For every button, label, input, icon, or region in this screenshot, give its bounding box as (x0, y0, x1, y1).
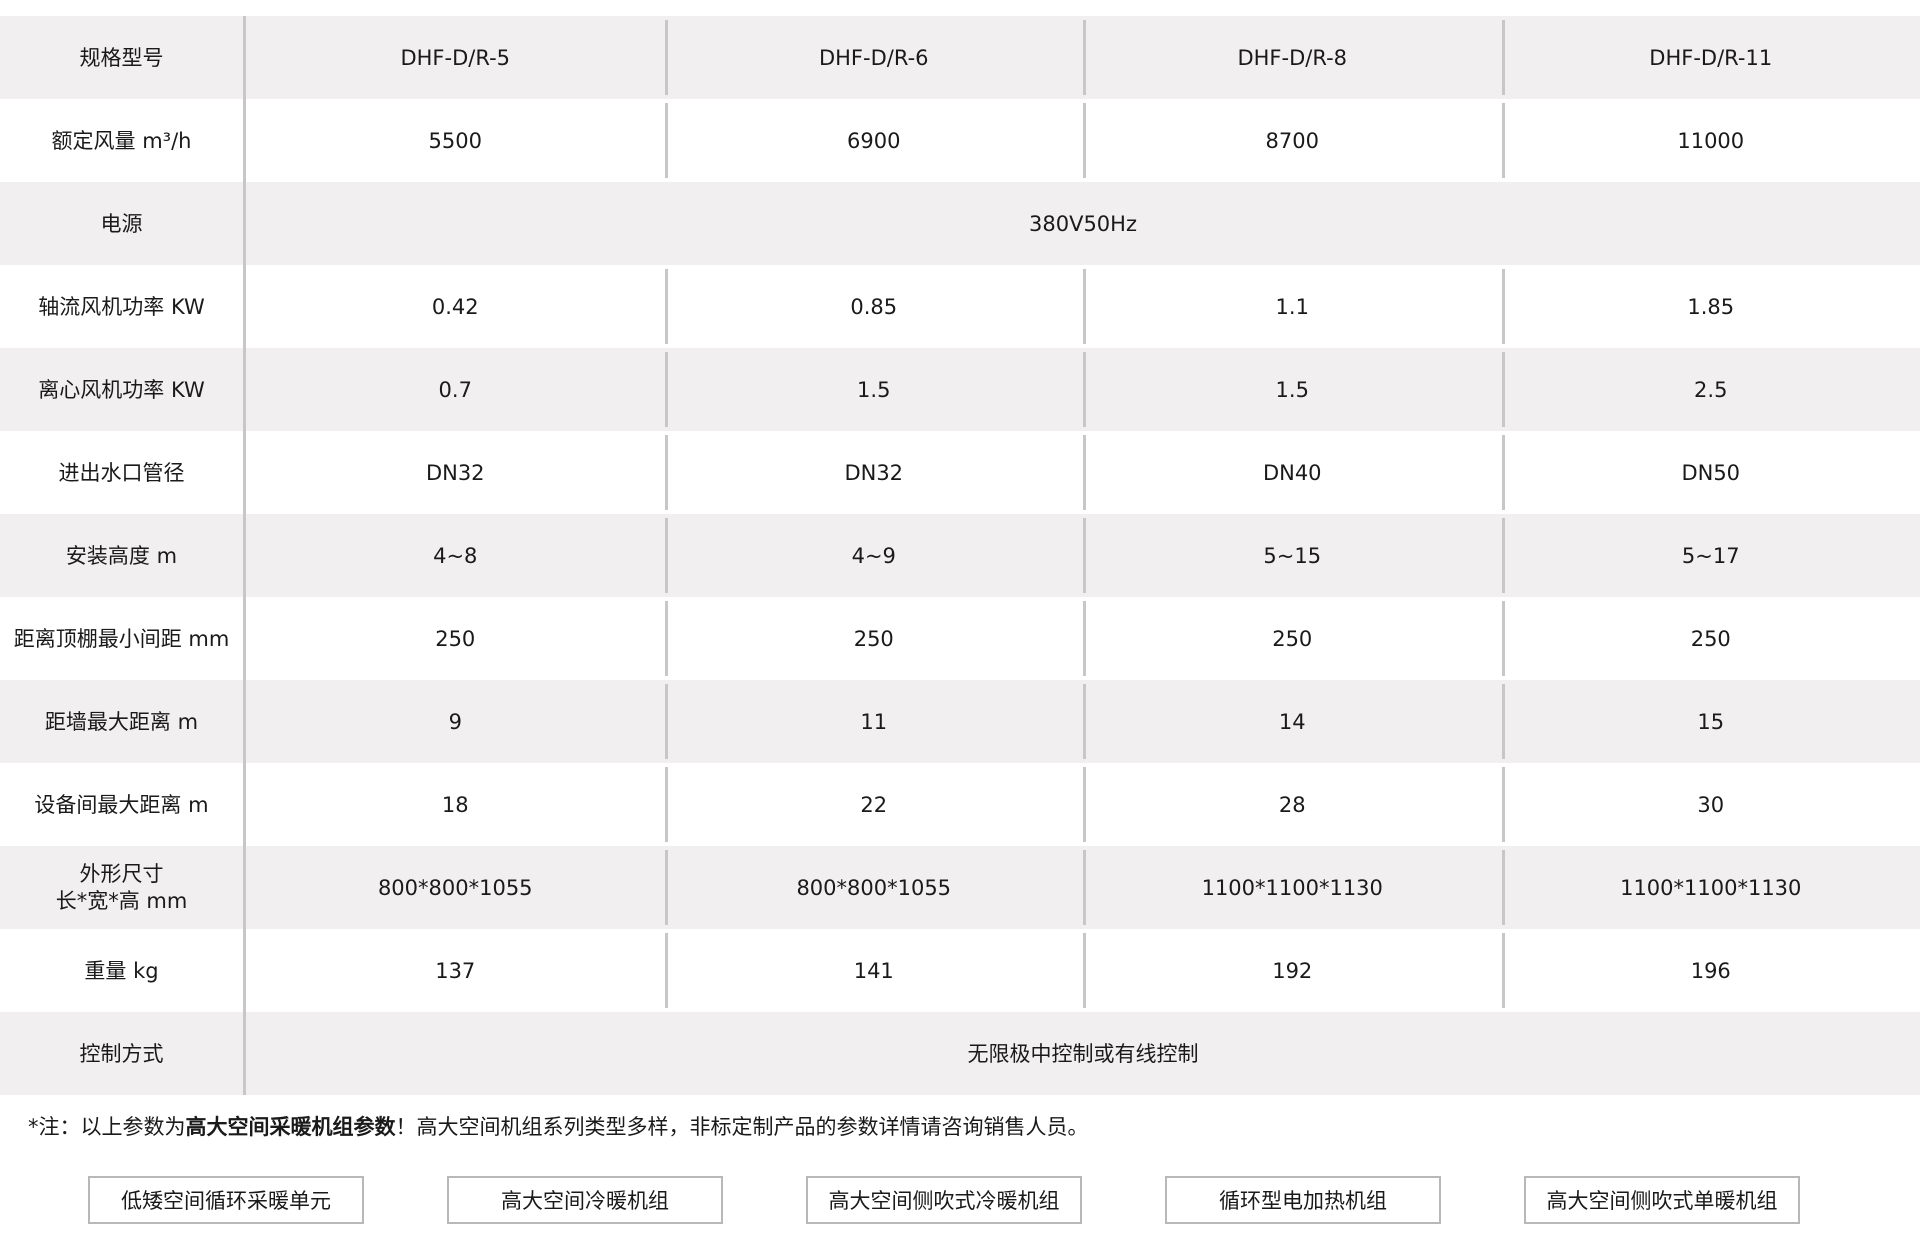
product-nav: 低矮空间循环采暖单元 高大空间冷暖机组 高大空间侧吹式冷暖机组 循环型电加热机组… (88, 1176, 1848, 1224)
table-row-pipe-diameter: 进出水口管径 DN32 DN32 DN40 DN50 (0, 431, 1920, 514)
table-cell: 14 (1083, 680, 1502, 763)
table-cell: 800*800*1055 (377, 875, 533, 900)
note-prefix: *注：以上参数为 (28, 1115, 186, 1139)
table-cell: 1.85 (1501, 265, 1920, 348)
table-cell: 0.7 (438, 377, 472, 402)
row-label: 设备间最大距离 m (0, 763, 246, 846)
note-suffix: ！高大空间机组系列类型多样，非标定制产品的参数详情请咨询销售人员。 (395, 1115, 1089, 1139)
table-cell: 1.1 (1083, 265, 1502, 348)
table-cell: 1.5 (1083, 348, 1502, 431)
merged-cell: 无限极中控制或有线控制 (967, 1041, 1199, 1066)
table-cell: 5~17 (1501, 514, 1920, 597)
model-header: DHF-D/R-6 (664, 16, 1084, 99)
table-cell: 1100*1100*1130 (1083, 846, 1502, 929)
table-cell: 6900 (664, 99, 1084, 182)
table-cell: 11 (664, 680, 1084, 763)
merged-cell: 380V50Hz (1029, 211, 1137, 236)
high-space-side-blow-cooling-heating-button[interactable]: 高大空间侧吹式冷暖机组 (806, 1176, 1082, 1224)
table-cell: 4~8 (433, 543, 478, 568)
row-label-line: 外形尺寸 (79, 861, 164, 886)
row-label: 距墙最大距离 m (0, 680, 246, 763)
low-space-circulation-heating-button[interactable]: 低矮空间循环采暖单元 (88, 1176, 364, 1224)
row-label: 控制方式 (0, 1012, 246, 1095)
table-row-install-height: 安装高度 m 4~8 4~9 5~15 5~17 (0, 514, 1920, 597)
row-label: 电源 (0, 182, 246, 265)
row-label: 外形尺寸 长*宽*高 mm (0, 846, 246, 929)
table-cell: DN50 (1501, 431, 1920, 514)
row-label-line: 长*宽*高 mm (55, 888, 188, 913)
table-cell: 1.5 (664, 348, 1084, 431)
table-row-axial-fan-power: 轴流风机功率 KW 0.42 0.85 1.1 1.85 (0, 265, 1920, 348)
table-cell: DN32 (425, 460, 485, 485)
table-cell: 11000 (1501, 99, 1920, 182)
table-row-weight: 重量 kg 137 141 192 196 (0, 929, 1920, 1012)
table-row-dimensions: 外形尺寸 长*宽*高 mm 800*800*1055 800*800*1055 … (0, 846, 1920, 929)
table-cell: 1100*1100*1130 (1501, 846, 1920, 929)
spec-table: 规格型号 DHF-D/R-5 DHF-D/R-6 DHF-D/R-8 DHF-D… (0, 16, 1920, 1095)
table-cell: 30 (1501, 763, 1920, 846)
row-label: 距离顶棚最小间距 mm (0, 597, 246, 680)
table-row-power-supply: 电源 380V50Hz (0, 182, 1920, 265)
table-cell: 5500 (428, 128, 482, 153)
row-label: 进出水口管径 (0, 431, 246, 514)
table-cell: 800*800*1055 (664, 846, 1084, 929)
model-header: DHF-D/R-8 (1083, 16, 1502, 99)
note-bold: 高大空间采暖机组参数 (185, 1115, 396, 1139)
table-row-centrifugal-fan-power: 离心风机功率 KW 0.7 1.5 1.5 2.5 (0, 348, 1920, 431)
table-row-ceiling-clearance: 距离顶棚最小间距 mm 250 250 250 250 (0, 597, 1920, 680)
table-row-wall-distance: 距墙最大距离 m 9 11 14 15 (0, 680, 1920, 763)
table-cell: DN40 (1083, 431, 1502, 514)
table-cell: 0.85 (664, 265, 1084, 348)
table-cell: 9 (448, 709, 462, 734)
table-cell: 0.42 (431, 294, 479, 319)
table-cell: 8700 (1083, 99, 1502, 182)
table-row-control-mode: 控制方式 无限极中控制或有线控制 (0, 1012, 1920, 1095)
table-cell: 137 (435, 958, 476, 983)
row-label: 额定风量 m³/h (0, 99, 246, 182)
table-cell: 22 (664, 763, 1084, 846)
table-cell: 250 (435, 626, 476, 651)
row-label: 重量 kg (0, 929, 246, 1012)
circulating-electric-heating-button[interactable]: 循环型电加热机组 (1165, 1176, 1441, 1224)
row-label: 离心风机功率 KW (0, 348, 246, 431)
high-space-side-blow-heating-button[interactable]: 高大空间侧吹式单暖机组 (1524, 1176, 1800, 1224)
table-cell: 250 (1501, 597, 1920, 680)
table-cell: 5~15 (1083, 514, 1502, 597)
table-cell: 18 (441, 792, 469, 817)
table-cell: 28 (1083, 763, 1502, 846)
table-cell: 4~9 (664, 514, 1084, 597)
table-cell: 250 (1083, 597, 1502, 680)
table-cell: 250 (664, 597, 1084, 680)
table-cell: DN32 (664, 431, 1084, 514)
table-cell: 15 (1501, 680, 1920, 763)
table-cell: 141 (664, 929, 1084, 1012)
table-cell: 192 (1083, 929, 1502, 1012)
high-space-cooling-heating-button[interactable]: 高大空间冷暖机组 (447, 1176, 723, 1224)
table-header-row: 规格型号 DHF-D/R-5 DHF-D/R-6 DHF-D/R-8 DHF-D… (0, 16, 1920, 99)
table-cell: 196 (1501, 929, 1920, 1012)
row-label: 轴流风机功率 KW (0, 265, 246, 348)
table-row-unit-spacing: 设备间最大距离 m 18 22 28 30 (0, 763, 1920, 846)
table-cell: 2.5 (1501, 348, 1920, 431)
model-header: DHF-D/R-5 (400, 45, 511, 70)
row-label: 安装高度 m (0, 514, 246, 597)
row-label: 规格型号 (0, 16, 246, 99)
model-header: DHF-D/R-11 (1501, 16, 1920, 99)
parameter-note: *注：以上参数为高大空间采暖机组参数！高大空间机组系列类型多样，非标定制产品的参… (28, 1112, 1089, 1142)
table-row-airflow: 额定风量 m³/h 5500 6900 8700 11000 (0, 99, 1920, 182)
